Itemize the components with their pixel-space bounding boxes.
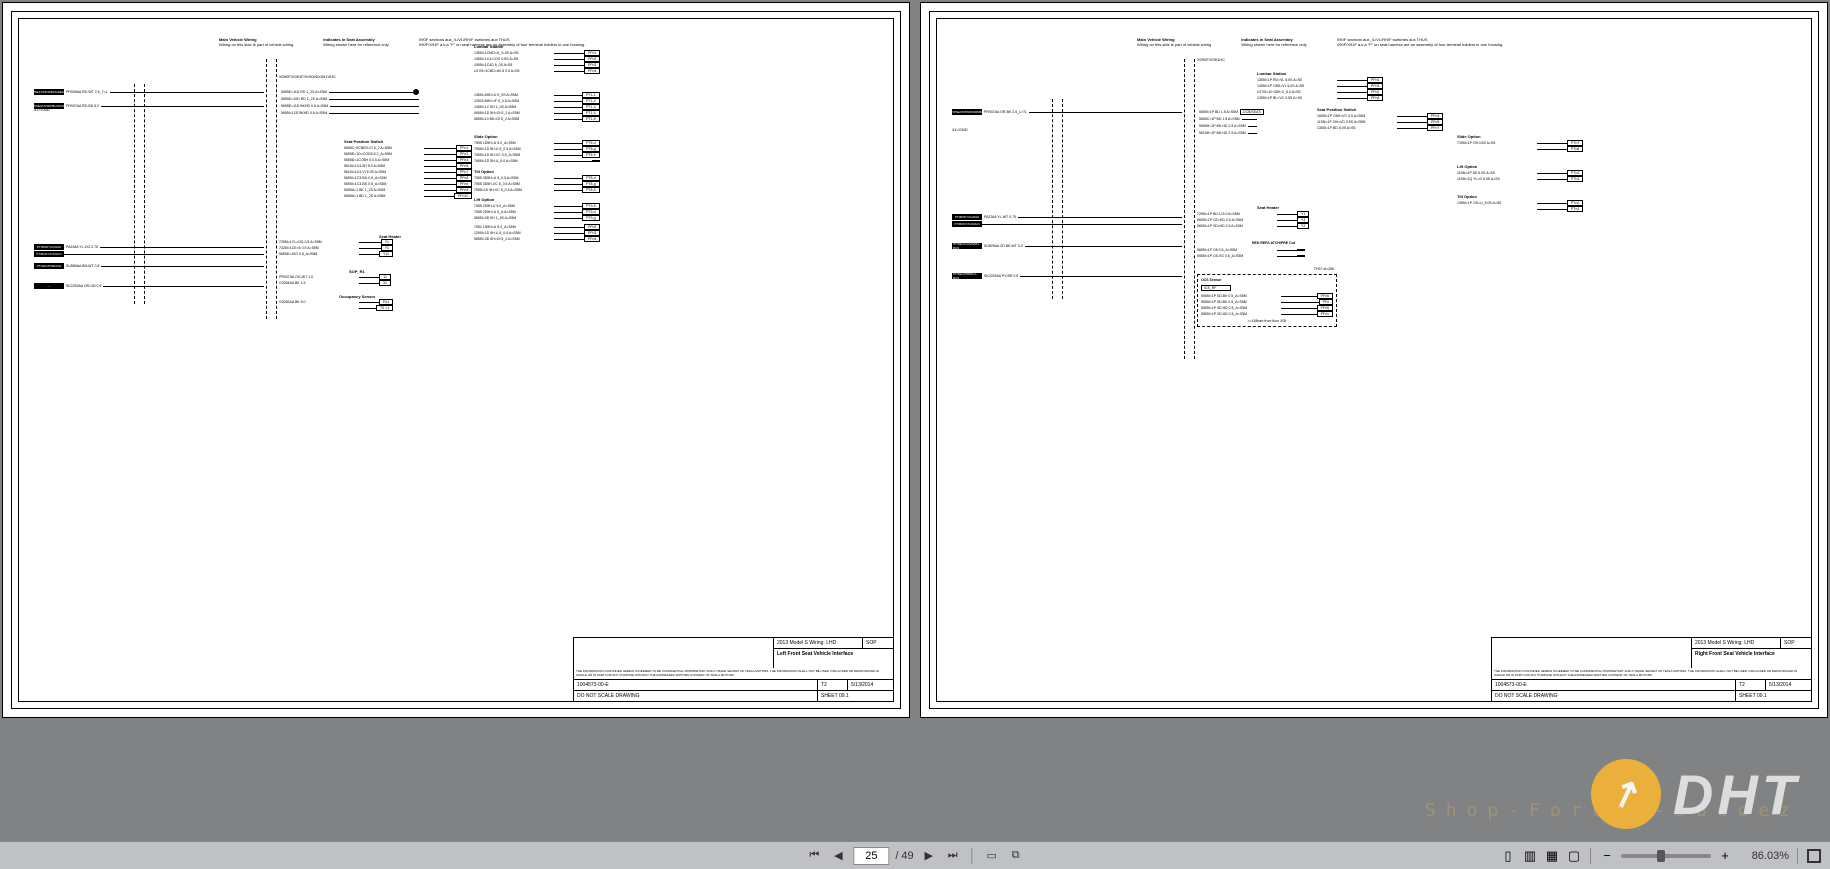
boundary-line bbox=[1194, 59, 1195, 359]
pin-row: PTn6 bbox=[1457, 146, 1583, 152]
connector-lumbar: Lumbar Station 1355I=1P RD=VL 5.0S A=S5P… bbox=[1257, 71, 1383, 101]
connector-occupancy: Occupancy Sensor G2052AA BK 5.0Fn170 =1 bbox=[279, 299, 393, 311]
connector-slide: Slide Option 7155I=1P O5 0.5S A=S5PTn7PT… bbox=[1457, 134, 1583, 152]
boundary-line bbox=[1184, 59, 1185, 359]
connector-ocs: TH37 st=256 OCS Sensor ICS_RF 5555I=1P 5… bbox=[1197, 274, 1337, 327]
pin-row: U170I=1CBD=U0.5 0.5 A=S5PFn4 bbox=[474, 68, 600, 74]
pin-row: 7655I=1D 5H-U_5.0 A=S5M bbox=[474, 158, 600, 164]
connector-lift: Lift Option 1155I=1P 5D 5.0S A=S5PTn2115… bbox=[1457, 164, 1583, 182]
title-block: 2013 Model S Wiring: LHD SOP Left Front … bbox=[573, 637, 893, 701]
connector-misc: 7552 1D5H=U 5.0_A=S5MPFn31255I=1D 5H-U 5… bbox=[474, 224, 600, 242]
watermark: ↗ DHT bbox=[1591, 759, 1800, 829]
connector-lumbar: Lumbar Station 1355I=1CMD=U_S-0S A=S5PFn… bbox=[474, 44, 600, 74]
pin-row: 5555I=1P 0D-HD 0.5_A=S5MPFn1 bbox=[1201, 311, 1333, 317]
terminal-block: PT/BODY/CAN/HI bbox=[952, 214, 982, 220]
connector-tilt: Tilt Option 1355I=1P OS=U_5.0S A=S5PTn2P… bbox=[1457, 194, 1583, 212]
zoom-in-button[interactable]: + bbox=[1717, 848, 1733, 864]
wire-row: 5655I=1P 0D=HD 2.5 A=S5MY2 bbox=[1197, 223, 1309, 229]
boundary-line bbox=[266, 59, 267, 319]
first-page-button[interactable]: ⏮ bbox=[805, 847, 823, 865]
sheet-right: Main Vehicle Wiring Wiring on this side … bbox=[920, 2, 1828, 718]
next-page-button[interactable]: ▶ bbox=[920, 847, 938, 865]
terminal-block: PT/SEC/PWR/LA-BUS bbox=[952, 273, 982, 279]
connector-sop: RED REF/LATCH/PRE Cut 5655I=1P O5 0.5_A=… bbox=[1197, 247, 1305, 259]
ground-label: 41=GND bbox=[34, 107, 50, 112]
connector-sop: SOP_R1 PR037AA OG-WT 1.511G2054AA BK 1.5… bbox=[279, 274, 391, 286]
pin-row: 5655I=3D 5H=OI 5_2 A=S5MPFn4 bbox=[474, 236, 600, 242]
page-total-label: / 49 bbox=[895, 850, 913, 862]
terminal-block: PT/SEC/PWR/GW bbox=[34, 263, 64, 269]
zoom-slider[interactable] bbox=[1621, 854, 1711, 858]
arrow-icon: ↗ bbox=[1605, 769, 1648, 819]
wire-row: G2054AA BK 1.531 bbox=[279, 280, 391, 286]
viewer-toolbar: ⏮ ◀ / 49 ▶ ⏭ ▭ ⧉ ▯ ▥ ▦ ▢ − + 86.03% bbox=[0, 841, 1830, 869]
connector-seat-pos: Seat Position Switch 5655C=9CBKD=G 5_2 A… bbox=[344, 139, 472, 199]
connector-seat-heater: Seat Heater 7255I=1P BD-U 5.0 A=S5MY1565… bbox=[1197, 211, 1309, 229]
connector-seat-pos: Seat Position Switch 1655I=1P O5H=VC 0.5… bbox=[1317, 107, 1443, 131]
terminal-block: PT/BODY/CAN/LO bbox=[34, 251, 64, 257]
wire-row: 5655D=10G 0.5_A=S5MY11 bbox=[279, 251, 393, 257]
ground-label: 41=GND bbox=[952, 127, 968, 132]
pin-row: 7555=1D 5H-VC 5_0.5 A=S5MPT8-9 bbox=[474, 187, 600, 193]
pin-row: PTn1 bbox=[1457, 206, 1583, 212]
terminal-block: PT/BODY/CAN/HI bbox=[34, 244, 64, 250]
terminal-block: RT/PSEAT/PWR/FRD/BUS bbox=[952, 109, 982, 115]
terminal-block: PT/SEC/CAN/GND-BUS bbox=[952, 243, 982, 249]
connector-seat-heater: Seat Heater 7255I=1YL=OG 0.5 A=S5MY17325… bbox=[279, 239, 393, 257]
continuous-page-icon[interactable]: ▥ bbox=[1522, 848, 1538, 864]
connector-tilt: Tilt Option 7555 3D5H=U 5_0.5 A=S5MPT8-d… bbox=[474, 169, 600, 193]
last-page-button[interactable]: ⏭ bbox=[944, 847, 962, 865]
terminal-block: --- bbox=[34, 283, 64, 289]
page-number-input[interactable] bbox=[853, 847, 889, 865]
fullscreen-button[interactable] bbox=[1806, 848, 1822, 864]
terminal-block: LT/SEAT/PWR/BUS/REAR1 bbox=[34, 89, 64, 95]
connector-pt4: 1355I=6HD=U 5_0S A=S5MPT1-11252I=6HD=IF … bbox=[474, 92, 600, 122]
pin-row: 1255I=1P BL=VC 0.5S A=S5PFn4 bbox=[1257, 95, 1383, 101]
prev-page-button[interactable]: ◀ bbox=[829, 847, 847, 865]
watermark-faded: Shop-Forces-Succez bbox=[1425, 800, 1800, 821]
connector-label: X090F/X091HC bbox=[1197, 57, 1225, 62]
zoom-level-label: 86.03% bbox=[1739, 850, 1789, 862]
pin-row: 5655I=3D 5H 1_2S A=S5MPT3-g bbox=[474, 215, 600, 221]
connector-slide: Slide Option 7555 1D5H=U 5.0_A=S5MPT5-d7… bbox=[474, 134, 600, 164]
connector-label: X090F/X091F/X091N/X091VHC bbox=[279, 74, 336, 79]
book-view-icon[interactable]: ▢ bbox=[1566, 848, 1582, 864]
pin-row: 5655A=1 BD 1_2S A=S5MPFn10 bbox=[344, 193, 472, 199]
title-block: 2013 Model S Wiring: LHD SOP Right Front… bbox=[1491, 637, 1811, 701]
single-page-icon[interactable]: ▯ bbox=[1500, 848, 1516, 864]
terminal-block: PT/BODY/CAN/LO bbox=[952, 221, 982, 227]
drawing-note: Main Vehicle Wiring Wiring on this side … bbox=[1137, 37, 1503, 47]
pin-row: 1355I=1P BD 5.0S A=S5PFn7 bbox=[1317, 125, 1443, 131]
pin-row: 1155I=1Q YL=D 5.0S A=S5PTn1 bbox=[1457, 176, 1583, 182]
facing-page-icon[interactable]: ▦ bbox=[1544, 848, 1560, 864]
splice bbox=[413, 89, 419, 95]
page-layout-button[interactable]: ▭ bbox=[983, 847, 1001, 865]
zoom-out-button[interactable]: − bbox=[1599, 848, 1615, 864]
boundary-line bbox=[276, 59, 277, 319]
sheet-left: Main Vehicle Wiring Wiring on this side … bbox=[2, 2, 910, 718]
zoom-slider-thumb[interactable] bbox=[1657, 850, 1665, 862]
wire-row: 70 =1 bbox=[279, 305, 393, 311]
note-box: DCB/SEAT/ bbox=[1240, 109, 1264, 115]
wire-row: 5555I=1P O5-VG 0.5_A=S5M bbox=[1197, 253, 1305, 259]
connector-lift: Lift Option 7555 2D5H-U 5.0_A=S5MPT3-575… bbox=[474, 197, 600, 221]
pin-row: 5655I=10 BK=OI 5_2 A=S5MPT1-5 bbox=[474, 116, 600, 122]
two-page-button[interactable]: ⧉ bbox=[1007, 847, 1025, 865]
